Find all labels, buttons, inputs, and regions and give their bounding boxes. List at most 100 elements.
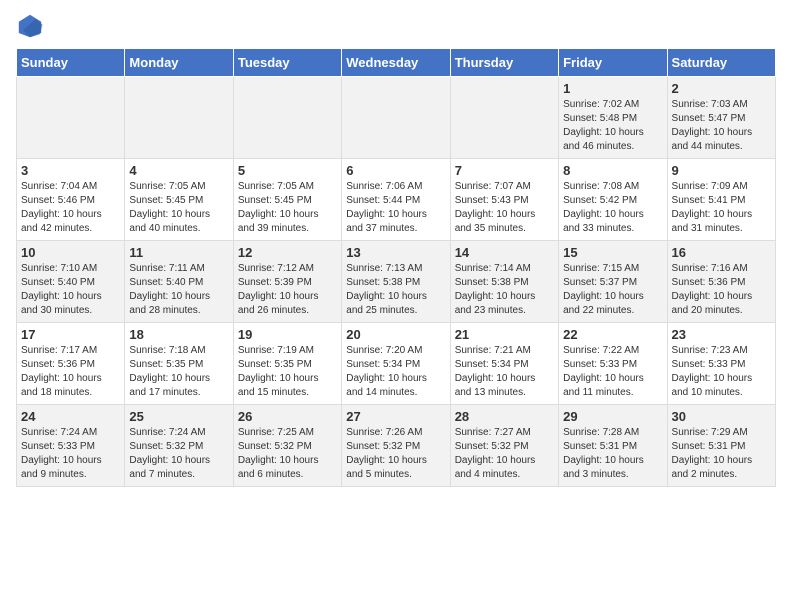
cell-info: Sunrise: 7:22 AM Sunset: 5:33 PM Dayligh… [563,344,662,400]
cell-info: Sunrise: 7:10 AM Sunset: 5:40 PM Dayligh… [21,262,120,318]
day-number: 28 [455,409,554,424]
day-number: 7 [455,163,554,178]
day-number: 2 [672,81,771,96]
calendar-cell [233,77,341,159]
calendar-cell: 19 Sunrise: 7:19 AM Sunset: 5:35 PM Dayli… [233,323,341,405]
calendar-cell: 2Sunrise: 7:03 AM Sunset: 5:47 PM Daylig… [667,77,775,159]
calendar-cell: 3 Sunrise: 7:04 AM Sunset: 5:46 PM Daylig… [17,159,125,241]
cell-info: Sunrise: 7:17 AM Sunset: 5:36 PM Dayligh… [21,344,120,400]
calendar-cell: 9 Sunrise: 7:09 AM Sunset: 5:41 PM Daylig… [667,159,775,241]
day-number: 23 [672,327,771,342]
calendar-cell [125,77,233,159]
cell-info: Sunrise: 7:20 AM Sunset: 5:34 PM Dayligh… [346,344,445,400]
cell-info: Sunrise: 7:29 AM Sunset: 5:31 PM Dayligh… [672,426,771,482]
calendar-cell: 24 Sunrise: 7:24 AM Sunset: 5:33 PM Dayli… [17,405,125,487]
cell-info: Sunrise: 7:18 AM Sunset: 5:35 PM Dayligh… [129,344,228,400]
day-number: 22 [563,327,662,342]
calendar-cell: 4 Sunrise: 7:05 AM Sunset: 5:45 PM Daylig… [125,159,233,241]
calendar-week-1: 1 Sunrise: 7:02 AM Sunset: 5:48 PM Daylig… [17,77,776,159]
logo-icon [16,12,44,40]
calendar-header-row: SundayMondayTuesdayWednesdayThursdayFrid… [17,49,776,77]
cell-info: Sunrise: 7:06 AM Sunset: 5:44 PM Dayligh… [346,180,445,236]
day-number: 30 [672,409,771,424]
logo [16,16,48,40]
day-number: 15 [563,245,662,260]
calendar-week-3: 10 Sunrise: 7:10 AM Sunset: 5:40 PM Dayli… [17,241,776,323]
cell-info: Sunrise: 7:24 AM Sunset: 5:32 PM Dayligh… [129,426,228,482]
day-number: 12 [238,245,337,260]
cell-info: Sunrise: 7:13 AM Sunset: 5:38 PM Dayligh… [346,262,445,318]
calendar-week-5: 24 Sunrise: 7:24 AM Sunset: 5:33 PM Dayli… [17,405,776,487]
day-number: 25 [129,409,228,424]
day-number: 16 [672,245,771,260]
calendar-cell: 18 Sunrise: 7:18 AM Sunset: 5:35 PM Dayli… [125,323,233,405]
day-number: 10 [21,245,120,260]
cell-info: Sunrise: 7:27 AM Sunset: 5:32 PM Dayligh… [455,426,554,482]
day-number: 24 [21,409,120,424]
day-number: 1 [563,81,662,96]
calendar-cell: 30 Sunrise: 7:29 AM Sunset: 5:31 PM Dayli… [667,405,775,487]
calendar-cell: 13 Sunrise: 7:13 AM Sunset: 5:38 PM Dayli… [342,241,450,323]
cell-info: Sunrise: 7:11 AM Sunset: 5:40 PM Dayligh… [129,262,228,318]
cell-info: Sunrise: 7:19 AM Sunset: 5:35 PM Dayligh… [238,344,337,400]
calendar-cell: 7 Sunrise: 7:07 AM Sunset: 5:43 PM Daylig… [450,159,558,241]
day-number: 17 [21,327,120,342]
calendar-cell [450,77,558,159]
calendar-cell: 6 Sunrise: 7:06 AM Sunset: 5:44 PM Daylig… [342,159,450,241]
calendar-cell: 11 Sunrise: 7:11 AM Sunset: 5:40 PM Dayli… [125,241,233,323]
calendar-cell: 25 Sunrise: 7:24 AM Sunset: 5:32 PM Dayli… [125,405,233,487]
cell-info: Sunrise: 7:07 AM Sunset: 5:43 PM Dayligh… [455,180,554,236]
day-number: 9 [672,163,771,178]
page-header [16,16,776,40]
calendar-cell: 12Sunrise: 7:12 AM Sunset: 5:39 PM Dayli… [233,241,341,323]
day-header-wednesday: Wednesday [342,49,450,77]
calendar-cell: 23 Sunrise: 7:23 AM Sunset: 5:33 PM Dayli… [667,323,775,405]
cell-info: Sunrise: 7:24 AM Sunset: 5:33 PM Dayligh… [21,426,120,482]
cell-info: Sunrise: 7:09 AM Sunset: 5:41 PM Dayligh… [672,180,771,236]
calendar-cell: 21Sunrise: 7:21 AM Sunset: 5:34 PM Dayli… [450,323,558,405]
day-number: 19 [238,327,337,342]
calendar-cell: 20 Sunrise: 7:20 AM Sunset: 5:34 PM Dayli… [342,323,450,405]
day-header-sunday: Sunday [17,49,125,77]
calendar-cell: 10 Sunrise: 7:10 AM Sunset: 5:40 PM Dayli… [17,241,125,323]
calendar-cell: 14 Sunrise: 7:14 AM Sunset: 5:38 PM Dayli… [450,241,558,323]
cell-info: Sunrise: 7:15 AM Sunset: 5:37 PM Dayligh… [563,262,662,318]
cell-info: Sunrise: 7:28 AM Sunset: 5:31 PM Dayligh… [563,426,662,482]
day-number: 14 [455,245,554,260]
cell-info: Sunrise: 7:14 AM Sunset: 5:38 PM Dayligh… [455,262,554,318]
day-number: 26 [238,409,337,424]
calendar-cell: 28 Sunrise: 7:27 AM Sunset: 5:32 PM Dayli… [450,405,558,487]
cell-info: Sunrise: 7:05 AM Sunset: 5:45 PM Dayligh… [129,180,228,236]
calendar-cell: 8 Sunrise: 7:08 AM Sunset: 5:42 PM Daylig… [559,159,667,241]
day-number: 8 [563,163,662,178]
calendar-cell [342,77,450,159]
day-header-thursday: Thursday [450,49,558,77]
cell-info: Sunrise: 7:02 AM Sunset: 5:48 PM Dayligh… [563,98,662,154]
calendar-cell [17,77,125,159]
day-number: 6 [346,163,445,178]
cell-info: Sunrise: 7:08 AM Sunset: 5:42 PM Dayligh… [563,180,662,236]
calendar-cell: 17 Sunrise: 7:17 AM Sunset: 5:36 PM Dayli… [17,323,125,405]
calendar-table: SundayMondayTuesdayWednesdayThursdayFrid… [16,48,776,487]
cell-info: Sunrise: 7:25 AM Sunset: 5:32 PM Dayligh… [238,426,337,482]
calendar-cell: 22 Sunrise: 7:22 AM Sunset: 5:33 PM Dayli… [559,323,667,405]
day-number: 11 [129,245,228,260]
day-header-saturday: Saturday [667,49,775,77]
calendar-week-4: 17 Sunrise: 7:17 AM Sunset: 5:36 PM Dayli… [17,323,776,405]
day-number: 13 [346,245,445,260]
day-header-friday: Friday [559,49,667,77]
calendar-week-2: 3 Sunrise: 7:04 AM Sunset: 5:46 PM Daylig… [17,159,776,241]
cell-info: Sunrise: 7:26 AM Sunset: 5:32 PM Dayligh… [346,426,445,482]
day-number: 29 [563,409,662,424]
day-number: 4 [129,163,228,178]
day-number: 20 [346,327,445,342]
day-number: 3 [21,163,120,178]
day-header-tuesday: Tuesday [233,49,341,77]
cell-info: Sunrise: 7:21 AM Sunset: 5:34 PM Dayligh… [455,344,554,400]
calendar-cell: 27Sunrise: 7:26 AM Sunset: 5:32 PM Dayli… [342,405,450,487]
cell-info: Sunrise: 7:05 AM Sunset: 5:45 PM Dayligh… [238,180,337,236]
cell-info: Sunrise: 7:23 AM Sunset: 5:33 PM Dayligh… [672,344,771,400]
cell-info: Sunrise: 7:16 AM Sunset: 5:36 PM Dayligh… [672,262,771,318]
day-number: 18 [129,327,228,342]
cell-info: Sunrise: 7:04 AM Sunset: 5:46 PM Dayligh… [21,180,120,236]
